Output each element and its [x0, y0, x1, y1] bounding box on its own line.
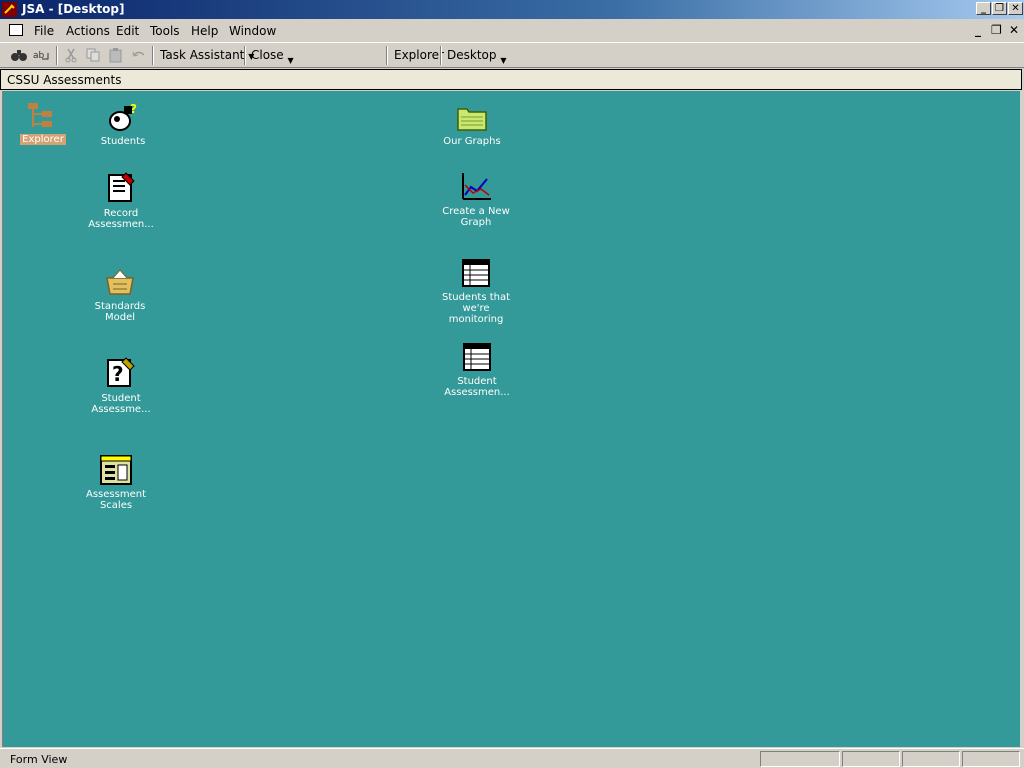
desktop-icon-label: Student Assessme...: [91, 393, 151, 415]
table-icon: [462, 259, 490, 287]
graph-icon: [462, 173, 491, 200]
toolbar-separator: [56, 46, 58, 65]
desktop-icon-our-graphs[interactable]: Our Graphs: [432, 103, 512, 147]
toolbar-separator: [440, 46, 442, 65]
menu-actions[interactable]: Actions: [66, 24, 110, 38]
desktop-icon-standards-model[interactable]: Standards Model: [80, 266, 160, 323]
desktop-icon-label: Create a New Graph: [442, 206, 510, 228]
svg-text:?: ?: [112, 362, 124, 386]
desktop-icon-label: Students: [100, 136, 146, 147]
desktop-icon-label: Standards Model: [94, 301, 146, 323]
menu-tools[interactable]: Tools: [150, 24, 180, 38]
desktop-icon-student-assessments-table[interactable]: Student Assessmen...: [437, 341, 517, 398]
task-assistant-label: Task Assistant: [160, 48, 245, 62]
explorer-tree-icon: [28, 103, 52, 127]
status-pane: [962, 751, 1020, 767]
desktop-area: Explorer ? Students Record Assessmen...: [2, 91, 1020, 747]
desktop-icon-explorer[interactable]: Explorer: [3, 101, 83, 145]
desktop-icon-label: Explorer: [20, 134, 66, 145]
desktop-icon-students-monitoring[interactable]: Students that we're monitoring: [436, 257, 516, 325]
desktop-icon-label: Record Assessmen...: [88, 208, 154, 230]
cut-icon[interactable]: [62, 47, 80, 63]
toolbar: ab Task Assistant ▼ Close ▼ Explorer Des…: [0, 42, 1024, 68]
title-bar: JSA - [Desktop] _ ❐ ✕: [0, 0, 1024, 19]
window-title: JSA - [Desktop]: [22, 2, 125, 16]
desktop-icon-label: Assessment Scales: [86, 489, 146, 511]
replace-icon[interactable]: ab: [32, 47, 50, 63]
menu-edit[interactable]: Edit: [116, 24, 139, 38]
close-button[interactable]: Close ▼: [251, 48, 294, 65]
minimize-button[interactable]: _: [976, 2, 991, 15]
menu-bar: File Actions Edit Tools Help Window _ ❐ …: [0, 20, 1024, 41]
svg-text:?: ?: [130, 102, 137, 116]
desktop-icon-students[interactable]: ? Students: [83, 101, 163, 147]
status-pane: [842, 751, 900, 767]
paste-icon[interactable]: [107, 47, 125, 63]
desktop-icon-label: Student Assessmen...: [444, 376, 510, 398]
copy-icon[interactable]: [84, 47, 102, 63]
basket-icon: [106, 269, 134, 295]
question-notepad-icon: ?: [107, 357, 135, 387]
desktop-icon-record-assessments[interactable]: Record Assessmen...: [81, 171, 161, 230]
menu-file[interactable]: File: [34, 24, 54, 38]
menu-help[interactable]: Help: [191, 24, 218, 38]
binoculars-icon[interactable]: [10, 47, 28, 63]
status-bar: Form View: [0, 748, 1024, 768]
notepad-icon: [108, 172, 135, 202]
status-pane: [760, 751, 840, 767]
section-title: CSSU Assessments: [7, 73, 122, 87]
folder-icon: [457, 108, 487, 131]
document-menu-icon[interactable]: [9, 24, 23, 36]
task-assistant-button[interactable]: Task Assistant ▼: [160, 48, 254, 62]
restore-button[interactable]: ❐: [992, 2, 1007, 15]
menu-window[interactable]: Window: [229, 24, 276, 38]
dropdown-arrow-icon: ▼: [287, 56, 294, 65]
desktop-icon-label: Students that we're monitoring: [441, 292, 511, 325]
explorer-button[interactable]: Explorer: [394, 48, 444, 62]
mdi-minimize-icon[interactable]: _: [975, 23, 981, 37]
desktop-button[interactable]: Desktop ▼: [447, 48, 507, 65]
mdi-restore-icon[interactable]: ❐: [991, 23, 1002, 37]
desktop-icon-student-assessments[interactable]: ? Student Assessme...: [81, 356, 161, 415]
app-key-icon[interactable]: [2, 2, 17, 17]
desktop-icon-label: Our Graphs: [443, 136, 501, 147]
status-text: Form View: [10, 753, 68, 766]
table-icon: [463, 343, 491, 371]
desktop-icon-assessment-scales[interactable]: Assessment Scales: [76, 454, 156, 511]
undo-icon[interactable]: [130, 47, 148, 63]
close-window-button[interactable]: ✕: [1008, 2, 1023, 15]
section-header: CSSU Assessments: [0, 69, 1022, 90]
close-label: Close: [251, 48, 284, 62]
dropdown-arrow-icon: ▼: [500, 56, 507, 65]
toolbar-separator: [152, 46, 154, 65]
desktop-icon-create-graph[interactable]: Create a New Graph: [436, 171, 516, 228]
toolbar-separator: [244, 46, 246, 65]
students-icon: ?: [109, 102, 137, 131]
mdi-close-icon[interactable]: ✕: [1009, 23, 1019, 37]
status-pane: [902, 751, 960, 767]
desktop-label: Desktop: [447, 48, 497, 62]
calculator-icon: [100, 455, 132, 485]
toolbar-separator: [386, 46, 388, 65]
